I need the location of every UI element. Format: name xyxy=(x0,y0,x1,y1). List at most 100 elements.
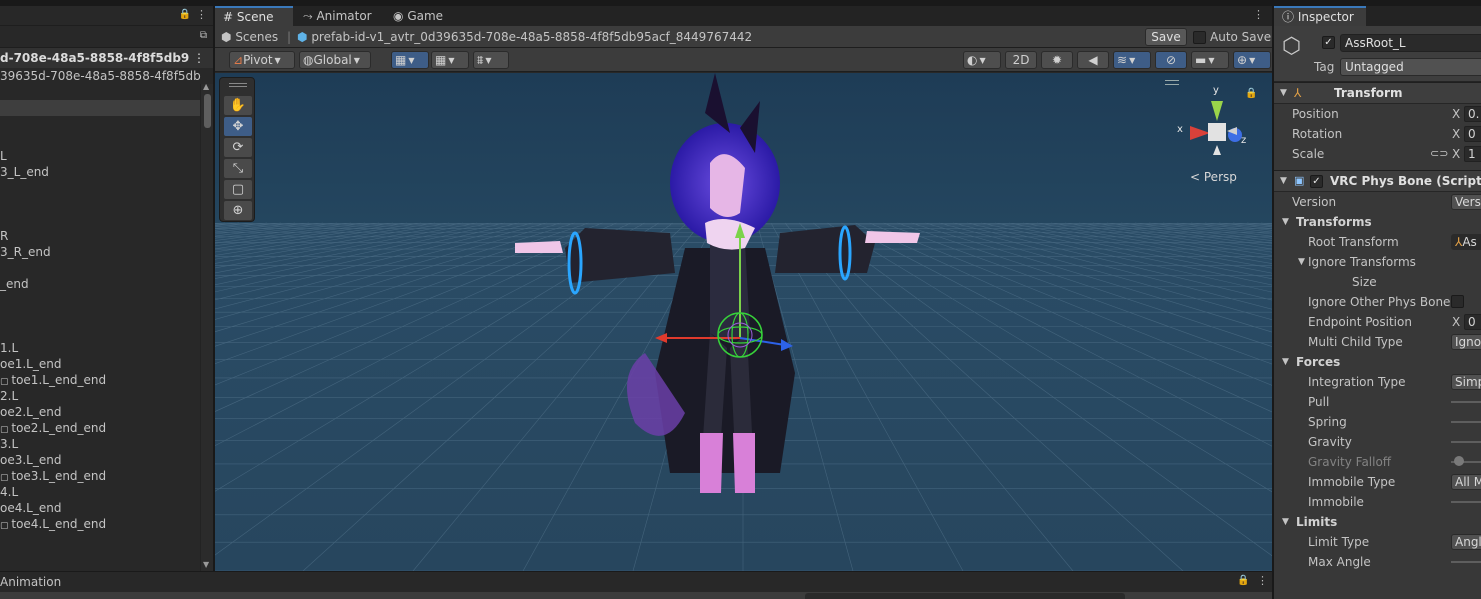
kebab-menu-icon[interactable]: ⋮ xyxy=(1253,8,1264,21)
collapse-arrow-icon[interactable]: ▼ xyxy=(1282,212,1289,232)
gizmo-center[interactable] xyxy=(1208,123,1226,141)
hierarchy-item[interactable] xyxy=(0,180,213,196)
tab-inspector[interactable]: ⓘ Inspector xyxy=(1274,6,1366,26)
rotate-tool-button[interactable]: ⟳ xyxy=(224,138,252,157)
transform-tool-button[interactable]: ⊕ xyxy=(224,201,252,220)
position-x-field[interactable]: 0. xyxy=(1464,106,1481,122)
kebab-menu-icon[interactable]: ⋮ xyxy=(1257,574,1268,587)
expand-icon[interactable]: ⧉ xyxy=(200,30,207,41)
tab-scene[interactable]: # Scene xyxy=(215,6,293,26)
scale-x-field[interactable]: 1 xyxy=(1464,146,1481,162)
hierarchy-item[interactable]: 4.L xyxy=(0,484,213,500)
gravity-slider[interactable] xyxy=(1451,441,1481,443)
collapse-arrow-icon[interactable]: ▼ xyxy=(1298,252,1305,272)
hierarchy-item[interactable]: ▢ toe3.L_end_end xyxy=(0,468,213,484)
object-name-field[interactable]: AssRoot_L xyxy=(1340,34,1481,52)
hierarchy-item[interactable]: 3.L xyxy=(0,436,213,452)
animation-search-field[interactable] xyxy=(805,593,1125,599)
collapse-arrow-icon[interactable]: ▼ xyxy=(1282,512,1289,532)
hierarchy-item[interactable]: 3_L_end xyxy=(0,164,213,180)
hierarchy-item[interactable]: 1.L xyxy=(0,340,213,356)
mode-2d-toggle[interactable]: 2D xyxy=(1005,51,1037,69)
draw-mode-dropdown[interactable]: ◐ ▼ xyxy=(963,51,1001,69)
constrain-link-icon[interactable]: ⊂⊃ xyxy=(1430,144,1448,164)
grid-snap-toggle[interactable]: ▦ ▼ xyxy=(391,51,429,69)
ignore-transforms-row[interactable]: ▼ Ignore Transforms xyxy=(1274,252,1481,272)
hand-tool-button[interactable]: ✋ xyxy=(224,96,252,115)
transforms-section-row[interactable]: ▼ Transforms xyxy=(1274,212,1481,232)
hierarchy-item[interactable]: oe3.L_end xyxy=(0,452,213,468)
scroll-up-icon[interactable]: ▲ xyxy=(203,82,209,91)
transform-component-header[interactable]: ▼ ⅄ Transform xyxy=(1274,82,1481,104)
hierarchy-item[interactable] xyxy=(0,116,213,132)
collapse-arrow-icon[interactable]: ▼ xyxy=(1280,88,1287,98)
hierarchy-item[interactable] xyxy=(0,260,213,276)
pivot-dropdown[interactable]: ⊿Pivot ▼ xyxy=(229,51,295,69)
ignore-other-checkbox[interactable] xyxy=(1451,295,1464,308)
gravity-falloff-knob[interactable] xyxy=(1454,456,1464,466)
scene-render[interactable]: x y z xyxy=(215,73,1272,571)
hierarchy-item[interactable] xyxy=(0,292,213,308)
pull-slider[interactable] xyxy=(1451,401,1481,403)
limit-type-dropdown[interactable]: Angl xyxy=(1451,534,1481,550)
endpoint-x-field[interactable]: 0 xyxy=(1464,314,1481,330)
tab-animator[interactable]: ⤳ Animator xyxy=(295,6,385,26)
gizmo-menu-icon[interactable] xyxy=(1165,80,1179,85)
hierarchy-item[interactable] xyxy=(0,132,213,148)
scroll-down-icon[interactable]: ▼ xyxy=(203,560,209,569)
hierarchy-item[interactable] xyxy=(0,324,213,340)
camera-dropdown[interactable]: ▬ ▼ xyxy=(1191,51,1229,69)
root-transform-field[interactable]: ⅄As xyxy=(1451,234,1481,250)
effects-dropdown[interactable]: ≋ ▼ xyxy=(1113,51,1151,69)
hierarchy-item[interactable]: L xyxy=(0,148,213,164)
hierarchy-item[interactable]: ▢ toe1.L_end_end xyxy=(0,372,213,388)
immobile-type-dropdown[interactable]: All M xyxy=(1451,474,1481,490)
lock-icon[interactable]: 🔒 xyxy=(1237,575,1249,586)
autosave-checkbox[interactable] xyxy=(1193,31,1206,44)
hierarchy-item[interactable]: 39635d-708e-48a5-8858-4f8f5db xyxy=(0,68,213,84)
gizmo-lock-icon[interactable]: 🔒 xyxy=(1245,88,1257,99)
increment-snap-toggle[interactable]: ⩩ ▼ xyxy=(473,51,509,69)
breadcrumb-prefab[interactable]: ⬢ prefab-id-v1_avtr_0d39635d-708e-48a5-8… xyxy=(297,30,752,44)
hierarchy-scrollbar[interactable]: ▲ ▼ xyxy=(200,82,213,571)
hierarchy-item[interactable]: oe1.L_end xyxy=(0,356,213,372)
scene-viewport[interactable]: x y z ✋ ✥ ⟳ ⤡ ▢ ⊕ 🔒 < Persp xyxy=(215,73,1272,571)
version-dropdown[interactable]: Versi xyxy=(1451,194,1481,210)
spring-slider[interactable] xyxy=(1451,421,1481,423)
save-button[interactable]: Save xyxy=(1145,28,1187,46)
hierarchy-search-row[interactable]: ⧉ xyxy=(0,26,213,48)
hierarchy-item[interactable]: oe4.L_end xyxy=(0,500,213,516)
hierarchy-item[interactable] xyxy=(0,212,213,228)
palette-grip-icon[interactable] xyxy=(229,83,247,87)
grid-visibility-toggle[interactable]: ▦ ▼ xyxy=(431,51,469,69)
perspective-toggle[interactable]: < Persp xyxy=(1190,170,1237,184)
tag-dropdown[interactable]: Untagged xyxy=(1340,58,1481,76)
hidden-objects-toggle[interactable]: ⊘ xyxy=(1155,51,1187,69)
hierarchy-item[interactable]: R xyxy=(0,228,213,244)
scrollbar-thumb[interactable] xyxy=(204,94,211,128)
gizmos-dropdown[interactable]: ⊕ ▼ xyxy=(1233,51,1271,69)
multi-child-dropdown[interactable]: Ignor xyxy=(1451,334,1481,350)
audio-toggle[interactable]: ◀ xyxy=(1077,51,1109,69)
kebab-menu-icon[interactable]: ⋮ xyxy=(193,48,205,68)
hierarchy-item[interactable]: ▢ toe4.L_end_end xyxy=(0,516,213,532)
tab-animation[interactable]: Animation xyxy=(0,575,61,589)
global-dropdown[interactable]: ◍Global ▼ xyxy=(299,51,371,69)
scene-row[interactable]: d-708e-48a5-8858-4f8f5db9 ⋮ xyxy=(0,48,213,68)
lighting-toggle[interactable]: ✹ xyxy=(1041,51,1073,69)
collapse-arrow-icon[interactable]: ▼ xyxy=(1282,352,1289,372)
tab-game[interactable]: ◉ Game xyxy=(385,6,455,26)
kebab-menu-icon[interactable]: ⋮ xyxy=(196,8,207,21)
hierarchy-item[interactable] xyxy=(0,308,213,324)
hierarchy-item[interactable] xyxy=(0,84,213,100)
physbone-component-header[interactable]: ▼ ▣ ✓ VRC Phys Bone (Script) xyxy=(1274,170,1481,192)
lock-icon[interactable]: 🔒 xyxy=(179,9,191,20)
forces-section-row[interactable]: ▼ Forces xyxy=(1274,352,1481,372)
active-checkbox[interactable]: ✓ xyxy=(1322,36,1335,49)
hierarchy-item[interactable]: _end xyxy=(0,276,213,292)
scale-tool-button[interactable]: ⤡ xyxy=(224,159,252,178)
hierarchy-item[interactable]: oe2.L_end xyxy=(0,404,213,420)
collapse-arrow-icon[interactable]: ▼ xyxy=(1280,176,1287,186)
move-tool-button[interactable]: ✥ xyxy=(224,117,252,136)
hierarchy-item[interactable]: 3_R_end xyxy=(0,244,213,260)
